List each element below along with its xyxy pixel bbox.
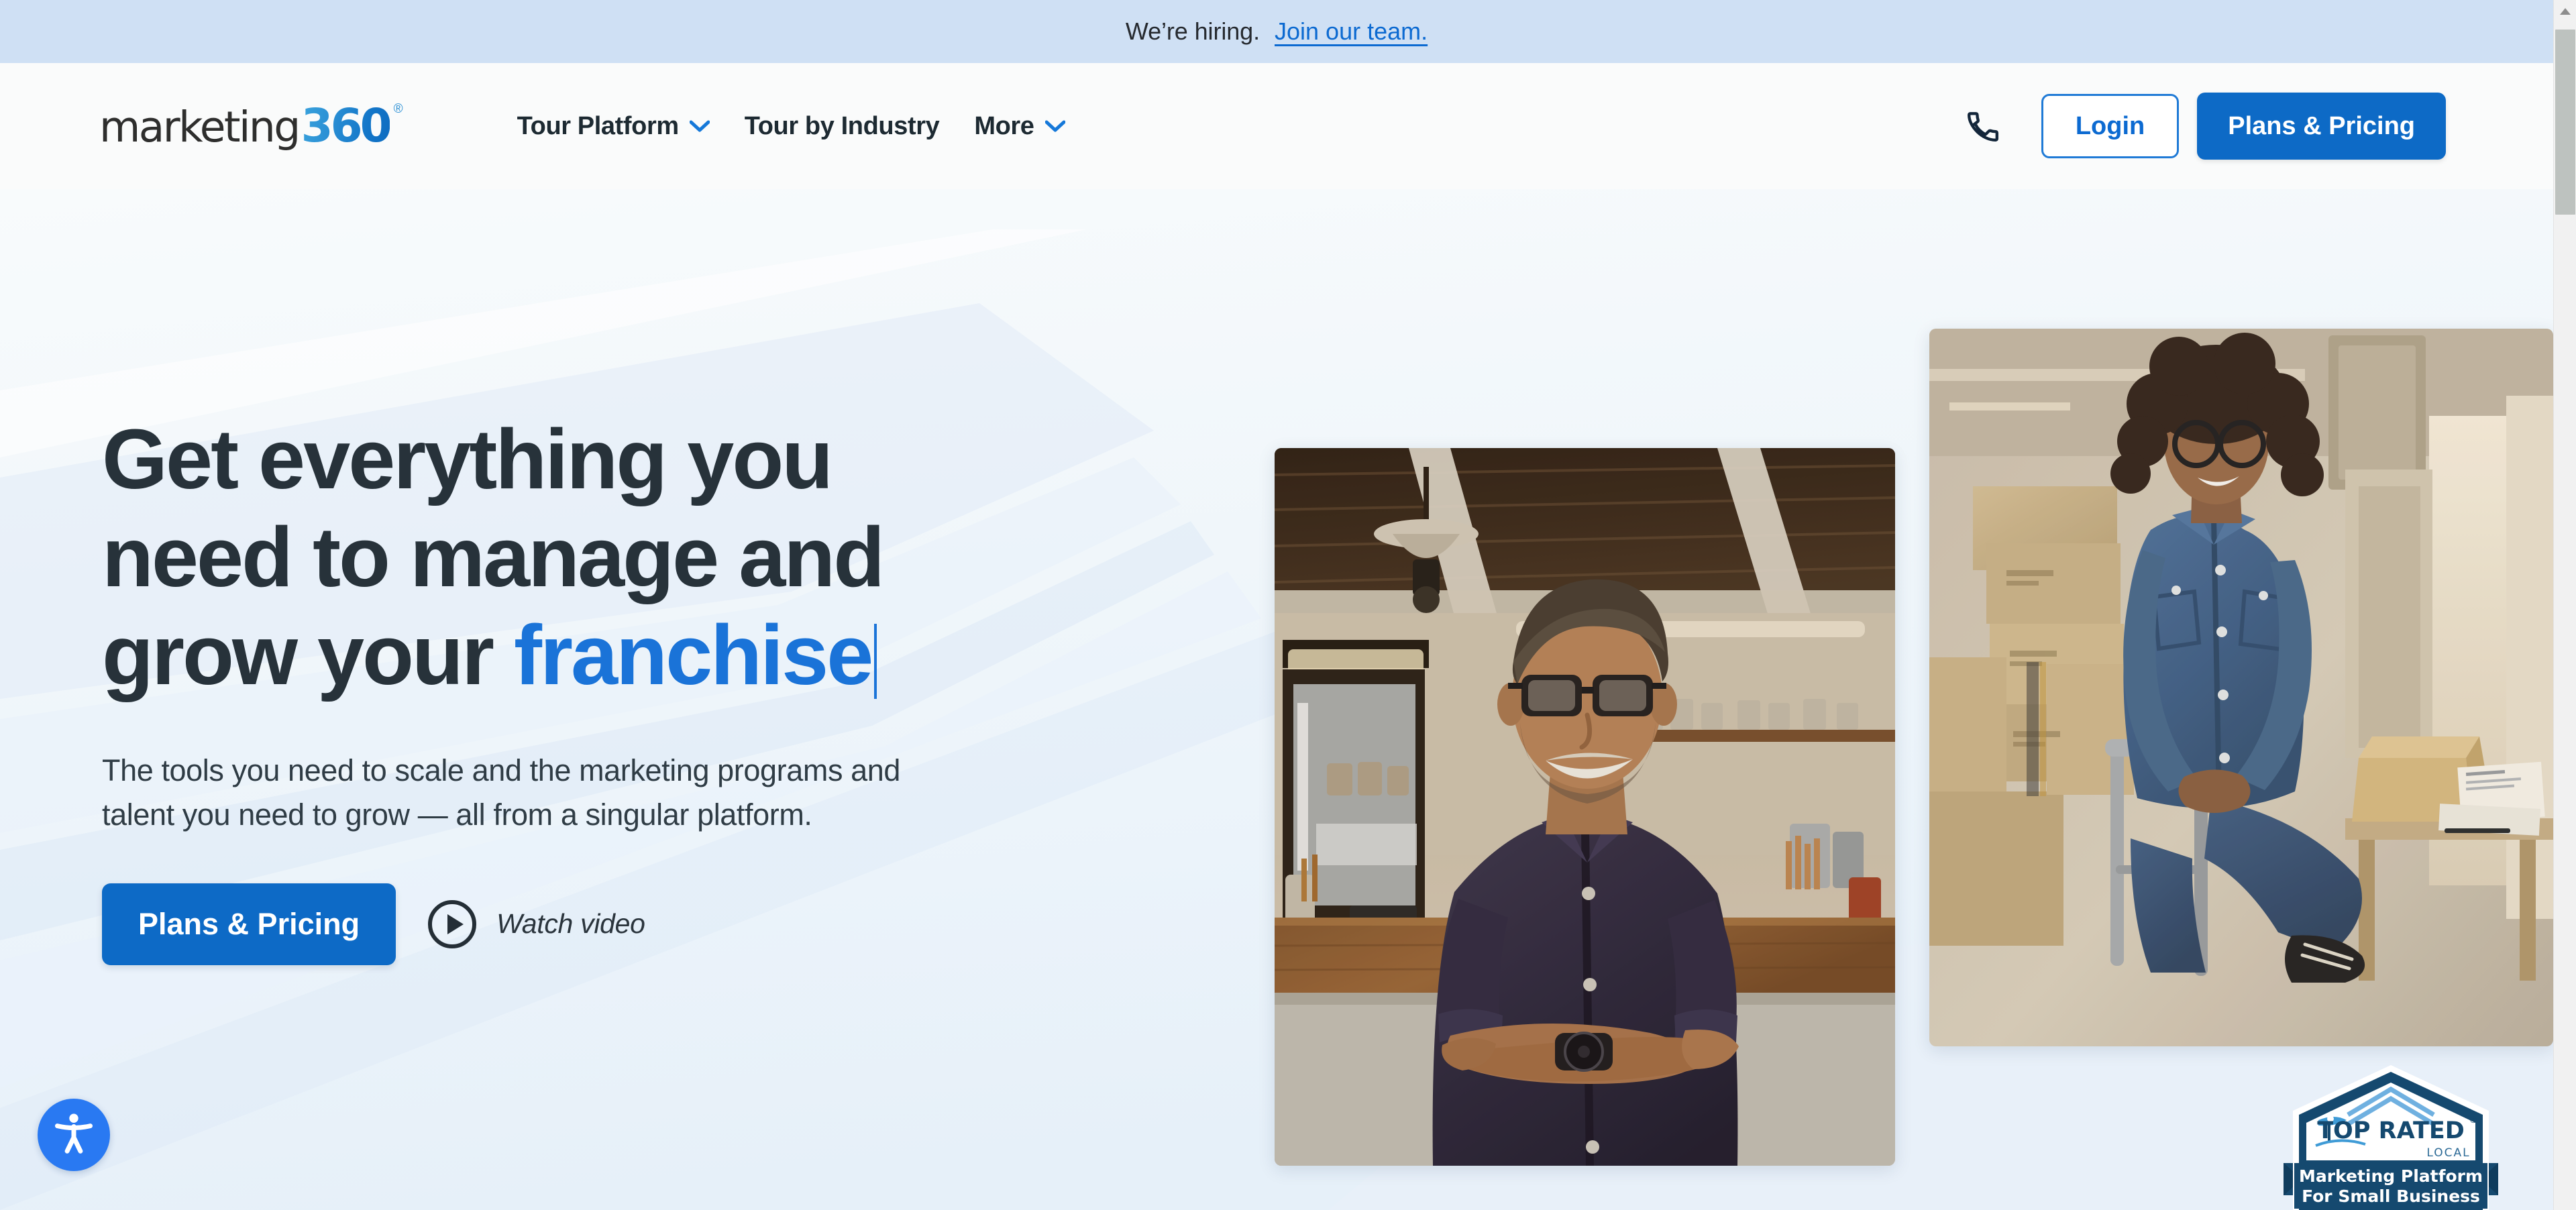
badge-title: TOP RATED [2317,1117,2465,1144]
hero-plans-pricing-button[interactable]: Plans & Pricing [102,883,396,965]
play-circle-icon [427,899,478,950]
nav-item-tour-platform[interactable]: Tour Platform [500,103,727,150]
nav-label-tour-by-industry: Tour by Industry [744,111,940,140]
logo-wordmark: marketing [99,103,301,152]
site-header: marketing 360 ® Tour Platform Tour by In… [0,63,2553,189]
header-plans-pricing-button[interactable]: Plans & Pricing [2197,93,2446,160]
hero-copy: Get everything you need to manage and gr… [102,410,974,965]
hero-section: Get everything you need to manage and gr… [0,189,2553,1210]
main-navigation: Tour Platform Tour by Industry More [500,103,1083,150]
scrollbar-thumb[interactable] [2555,30,2575,215]
watch-video-label: Watch video [496,908,645,940]
page-content: We’re hiring. Join our team. marketing 3… [0,0,2553,1210]
chevron-down-icon [1044,120,1066,132]
accessibility-icon [50,1110,97,1160]
photo-cafe-owner [1275,448,1895,1166]
badge-line1: Marketing Platform [2299,1166,2483,1186]
typing-caret [874,624,877,700]
join-our-team-link[interactable]: Join our team. [1275,17,1428,46]
chevron-down-icon [689,120,710,132]
accessibility-widget-button[interactable] [38,1099,110,1171]
photo-warehouse-owner [1929,329,2553,1046]
nav-item-more[interactable]: More [957,103,1082,150]
nav-label-tour-platform: Tour Platform [517,111,680,140]
badge-registered-mark: ® [2469,1115,2478,1125]
hero-subheadline: The tools you need to scale and the mark… [102,753,901,832]
marketing-360-logo[interactable]: marketing 360 ® [99,99,403,153]
watch-video-button[interactable]: Watch video [427,899,645,950]
login-button[interactable]: Login [2041,94,2180,158]
header-actions: Login Plans & Pricing [1958,93,2446,160]
hero-headline: Get everything you need to manage and gr… [102,410,974,704]
scroll-up-arrow-icon[interactable] [2554,0,2576,23]
browser-scrollbar[interactable] [2553,0,2576,1210]
browser-viewport: We’re hiring. Join our team. marketing 3… [0,0,2576,1210]
top-rated-local-badge: TOP RATED ® LOCAL Marketing Platform For… [2284,1061,2498,1210]
badge-subtitle: LOCAL [2426,1146,2470,1160]
phone-icon[interactable] [1958,101,2008,151]
logo-360: 360 [301,99,392,153]
hero-inner: Get everything you need to manage and gr… [0,189,2553,1210]
hero-cta-row: Plans & Pricing Watch video [102,883,974,965]
headline-accent-word: franchise [514,608,873,703]
badge-line2: For Small Business [2302,1187,2480,1206]
announcement-bar: We’re hiring. Join our team. [0,0,2553,63]
nav-item-tour-by-industry[interactable]: Tour by Industry [727,103,957,150]
nav-label-more: More [974,111,1034,140]
logo-registered-mark: ® [393,102,403,116]
logo-360-wrap: 360 ® [301,99,403,153]
announcement-text: We’re hiring. [1125,17,1260,45]
